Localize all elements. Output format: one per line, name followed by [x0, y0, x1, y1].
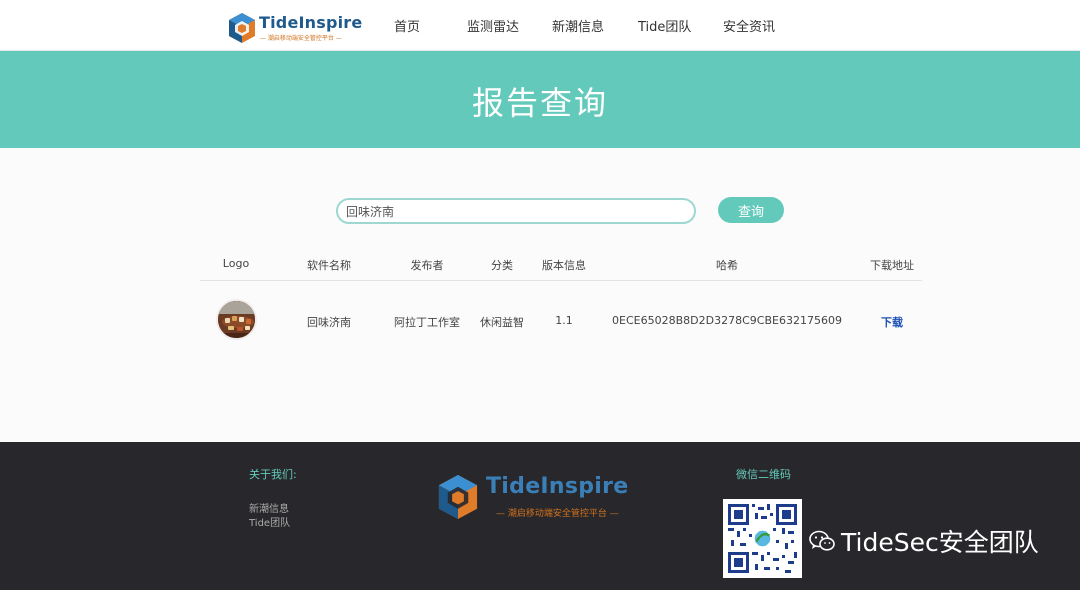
- nav-item-home[interactable]: 首页: [394, 16, 420, 35]
- page-footer: 关于我们: 新潮信息 Tide团队 TideInspire — 潮启移动端安全管…: [0, 442, 1080, 590]
- brand-tagline: — 潮启移动端安全管控平台 —: [260, 35, 342, 42]
- nav-item-news[interactable]: 新潮信息: [552, 16, 604, 35]
- brand-logo[interactable]: TideInspire — 潮启移动端安全管控平台 —: [227, 12, 362, 46]
- footer-brand-tagline: — 潮启移动端安全管控平台 —: [496, 509, 619, 519]
- top-header: TideInspire — 潮启移动端安全管控平台 — 首页 监测雷达 新潮信息…: [0, 0, 1080, 51]
- search-button[interactable]: 查询: [718, 197, 784, 223]
- column-header-name: 软件名称: [307, 259, 351, 272]
- column-header-publisher: 发布者: [410, 259, 444, 272]
- cell-category: 休闲益智: [480, 316, 524, 329]
- page-title: 报告查询: [471, 84, 608, 122]
- column-header-version: 版本信息: [542, 259, 586, 272]
- cell-publisher: 阿拉丁工作室: [394, 316, 460, 329]
- watermark-text: TideSec安全团队: [841, 528, 1039, 557]
- footer-link-news[interactable]: 新潮信息: [249, 500, 289, 515]
- page-banner: 报告查询: [0, 51, 1080, 148]
- cell-version: 1.1: [555, 314, 573, 327]
- cell-hash: 0ECE65028B8D2D3278C9CBE632175609: [612, 314, 842, 327]
- download-link[interactable]: 下载: [881, 314, 903, 330]
- footer-brand-name: TideInspire: [486, 474, 629, 499]
- column-header-logo: Logo: [222, 257, 250, 270]
- app-logo-image: [216, 299, 257, 340]
- column-header-hash: 哈希: [716, 259, 738, 272]
- wechat-icon: [809, 530, 835, 551]
- footer-about-title: 关于我们:: [249, 468, 297, 481]
- column-header-download: 下载地址: [870, 259, 914, 272]
- footer-link-team[interactable]: Tide团队: [249, 514, 290, 529]
- wechat-qr-code: [723, 499, 802, 578]
- table-divider: [200, 280, 922, 281]
- nav-item-security-news[interactable]: 安全资讯: [723, 16, 775, 35]
- nav-item-team[interactable]: Tide团队: [638, 16, 691, 35]
- footer-cube-logo-icon: [438, 475, 478, 519]
- cube-logo-icon: [229, 13, 255, 43]
- cell-app-name: 回味济南: [307, 316, 351, 329]
- footer-brand-logo: TideInspire — 潮启移动端安全管控平台 —: [436, 472, 629, 526]
- brand-name: TideInspire: [259, 13, 363, 32]
- footer-qr-title: 微信二维码: [736, 468, 791, 481]
- wechat-watermark: TideSec安全团队: [809, 526, 1039, 557]
- search-input[interactable]: [336, 198, 696, 224]
- column-header-category: 分类: [491, 259, 513, 272]
- nav-item-radar[interactable]: 监测雷达: [467, 16, 519, 35]
